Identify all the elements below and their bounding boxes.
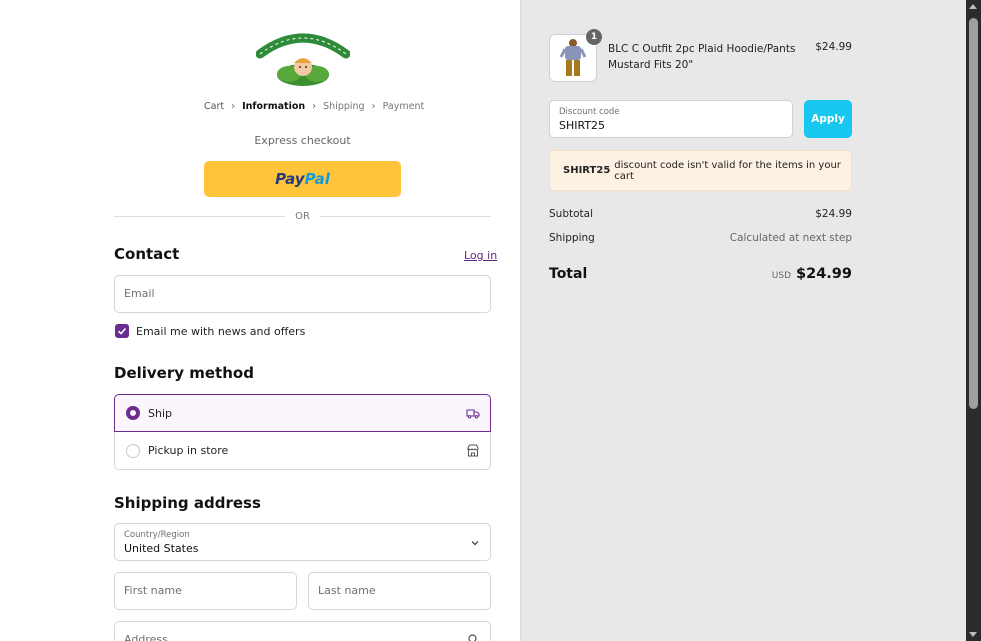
subtotal-row: Subtotal $24.99 <box>549 208 852 220</box>
delivery-option-pickup[interactable]: Pickup in store <box>114 432 491 470</box>
notice-message: discount code isn't valid for the items … <box>614 159 841 182</box>
newsletter-label: Email me with news and offers <box>136 324 306 338</box>
total-row: Total USD $24.99 <box>549 266 852 282</box>
address-placeholder: Address <box>124 633 168 641</box>
newsletter-checkbox-row[interactable]: Email me with news and offers <box>115 324 305 338</box>
scrollbar-thumb[interactable] <box>969 18 978 409</box>
apply-button[interactable]: Apply <box>804 100 852 138</box>
cabbage-patch-kids-logo[interactable] <box>256 28 350 88</box>
shipping-address-heading: Shipping address <box>114 494 261 512</box>
checkout-main-panel: Cart › Information › Shipping › Payment … <box>0 0 520 641</box>
discount-error-notice: SHIRT25 discount code isn't valid for th… <box>549 150 852 191</box>
vertical-scrollbar[interactable] <box>966 0 981 641</box>
shipping-label: Shipping <box>549 232 595 244</box>
checkmark-icon <box>117 327 127 335</box>
paypal-button[interactable]: Pay Pal <box>204 161 401 197</box>
country-select[interactable]: Country/Region United States <box>114 523 491 561</box>
quantity-badge: 1 <box>586 29 602 45</box>
newsletter-checkbox[interactable] <box>115 324 129 338</box>
shipping-value: Calculated at next step <box>729 232 852 244</box>
email-placeholder: Email <box>124 287 155 300</box>
currency-code: USD <box>771 271 792 281</box>
last-name-placeholder: Last name <box>318 584 376 597</box>
notice-code: SHIRT25 <box>563 165 611 176</box>
last-name-field[interactable]: Last name <box>308 572 491 610</box>
search-icon <box>468 634 477 641</box>
discount-label: Discount code <box>559 107 620 117</box>
breadcrumb-payment: Payment <box>382 101 425 112</box>
chevron-right-icon: › <box>371 101 376 112</box>
email-field[interactable]: Email <box>114 275 491 313</box>
total-value: $24.99 <box>796 266 852 282</box>
breadcrumb-shipping: Shipping <box>323 101 365 112</box>
scroll-down-arrow-icon[interactable] <box>969 632 977 637</box>
subtotal-value: $24.99 <box>815 208 852 220</box>
login-link[interactable]: Log in <box>464 249 497 262</box>
first-name-field[interactable]: First name <box>114 572 297 610</box>
paypal-logo-part2: Pal <box>304 170 330 188</box>
order-summary-panel <box>520 0 966 641</box>
pickup-radio[interactable] <box>126 443 140 458</box>
divider-line <box>319 215 492 217</box>
total-label: Total <box>549 266 588 282</box>
divider-line <box>114 215 286 217</box>
ship-radio[interactable] <box>126 406 140 420</box>
or-label: OR <box>295 210 310 222</box>
truck-icon <box>466 409 480 419</box>
scroll-up-arrow-icon[interactable] <box>969 4 977 9</box>
shipping-row: Shipping Calculated at next step <box>549 232 852 244</box>
discount-code-field[interactable]: Discount code SHIRT25 <box>549 100 793 138</box>
subtotal-label: Subtotal <box>549 208 593 220</box>
delivery-method-group: Ship Pickup in store <box>114 394 491 470</box>
or-divider: OR <box>114 209 492 223</box>
chevron-right-icon: › <box>231 101 236 112</box>
breadcrumb-information: Information <box>242 101 306 112</box>
delivery-option-ship[interactable]: Ship <box>114 394 491 432</box>
country-label: Country/Region <box>124 530 190 540</box>
address-field[interactable]: Address <box>114 621 491 641</box>
express-checkout-label: Express checkout <box>254 134 351 147</box>
chevron-down-icon <box>471 541 479 546</box>
contact-heading: Contact <box>114 245 180 263</box>
discount-value: SHIRT25 <box>559 119 606 132</box>
product-price: $24.99 <box>815 41 852 53</box>
chevron-right-icon: › <box>312 101 317 112</box>
product-name: BLC C Outfit 2pc Plaid Hoodie/Pants Must… <box>608 43 796 71</box>
store-icon <box>467 444 479 457</box>
country-value: United States <box>124 542 199 555</box>
breadcrumb-cart[interactable]: Cart <box>204 101 224 112</box>
first-name-placeholder: First name <box>124 584 182 597</box>
total-amount: USD $24.99 <box>772 266 852 282</box>
breadcrumb: Cart › Information › Shipping › Payment <box>0 101 520 112</box>
pickup-label: Pickup in store <box>148 444 229 457</box>
paypal-logo-part1: Pay <box>275 170 305 188</box>
delivery-heading: Delivery method <box>114 364 254 382</box>
ship-label: Ship <box>148 406 172 420</box>
